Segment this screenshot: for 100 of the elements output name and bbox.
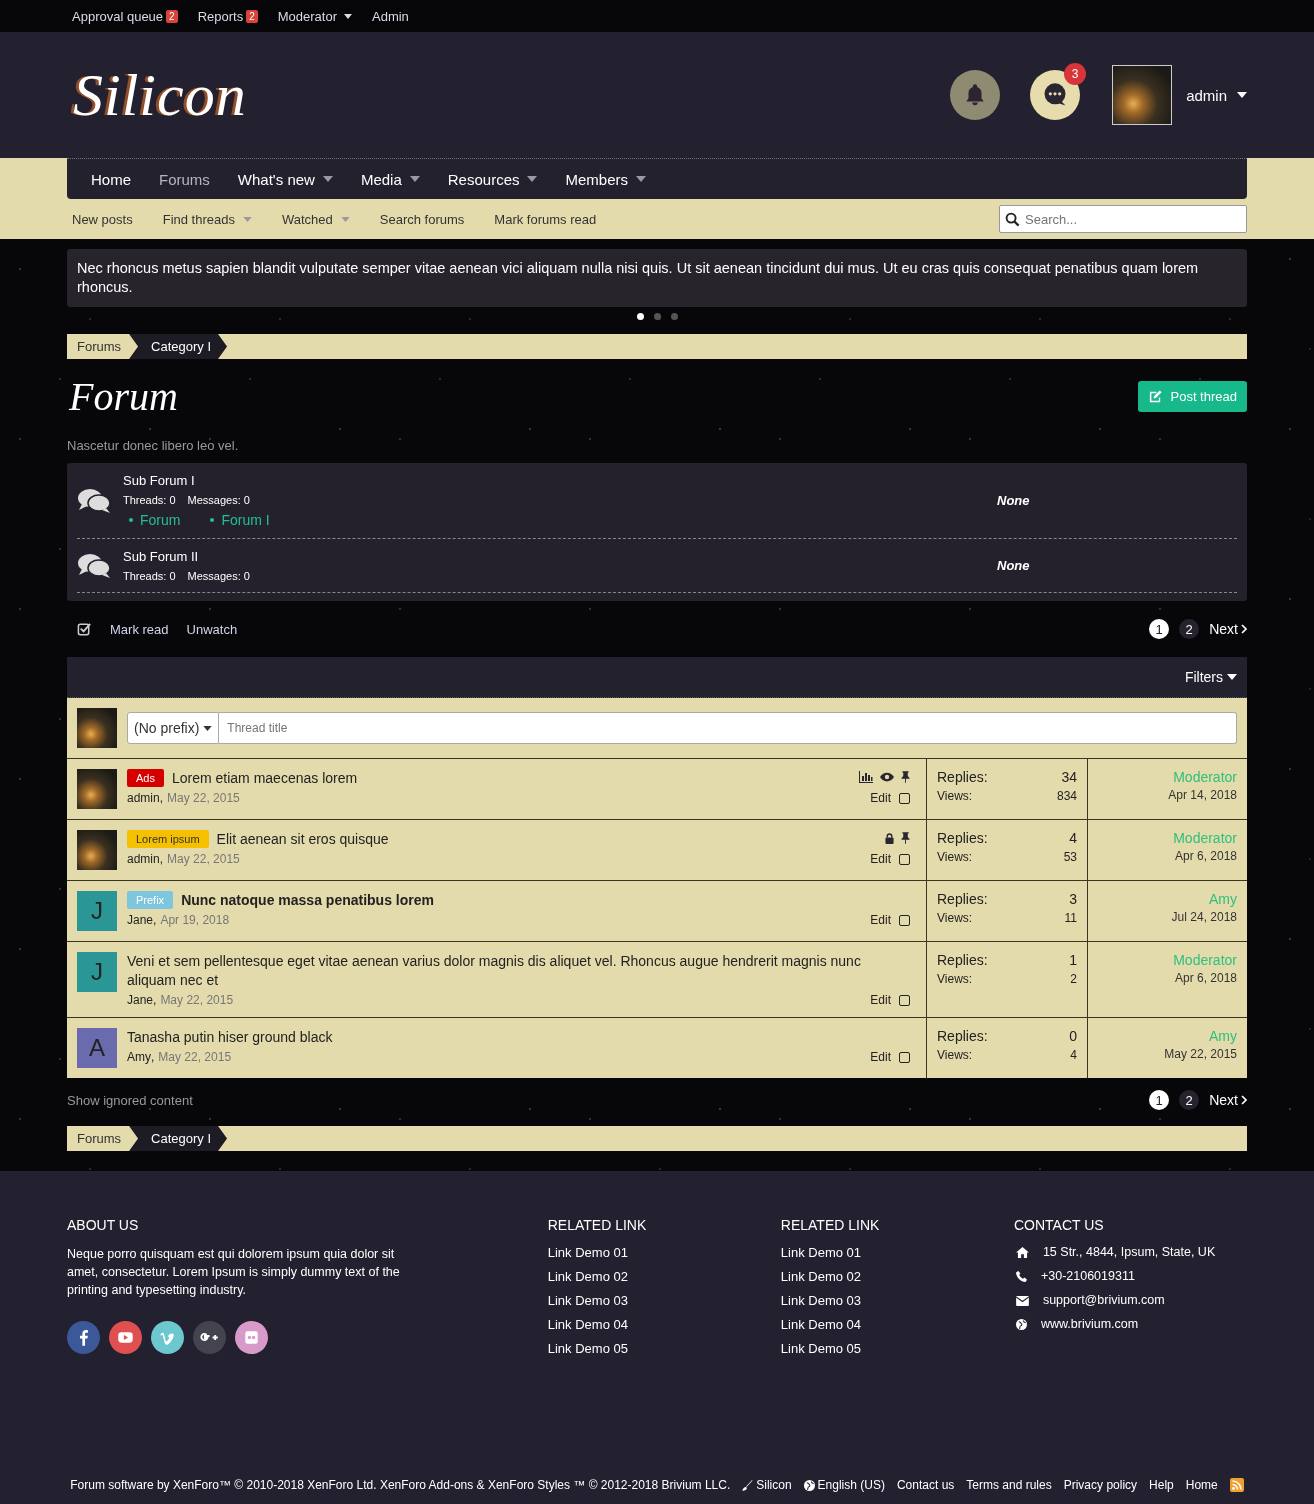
- footer-link[interactable]: Help: [1149, 1478, 1174, 1492]
- breadcrumb-link[interactable]: Forums: [67, 334, 132, 359]
- avatar-photo[interactable]: [77, 830, 117, 870]
- subforum-title[interactable]: Sub Forum II: [123, 549, 997, 564]
- edit-link[interactable]: Edit: [870, 791, 891, 805]
- staff-link[interactable]: Moderator: [277, 8, 352, 24]
- author-link[interactable]: Jane: [127, 993, 154, 1007]
- breadcrumb-link[interactable]: Forums: [67, 1126, 132, 1151]
- footer-link[interactable]: Link Demo 04: [547, 1316, 781, 1333]
- footer-link[interactable]: Privacy policy: [1063, 1478, 1138, 1492]
- thread-title-field[interactable]: Thread title: [219, 712, 1237, 744]
- edit-link[interactable]: Edit: [870, 913, 891, 927]
- social-icon[interactable]: [235, 1321, 268, 1354]
- next-page-link[interactable]: Next: [1209, 1092, 1247, 1108]
- footer-link[interactable]: Link Demo 04: [780, 1316, 1014, 1333]
- thread-title-link[interactable]: Nunc natoque massa penatibus lorem: [181, 891, 434, 910]
- footer-link[interactable]: Link Demo 01: [780, 1244, 1014, 1261]
- footer-link[interactable]: Link Demo 01: [547, 1244, 781, 1261]
- footer-link[interactable]: Terms and rules: [966, 1478, 1052, 1492]
- rss-icon[interactable]: [1229, 1478, 1244, 1492]
- footer-link[interactable]: Home: [1185, 1478, 1218, 1492]
- author-link[interactable]: Amy: [127, 1050, 151, 1064]
- footer-link[interactable]: Link Demo 02: [547, 1268, 781, 1285]
- subnav-link[interactable]: Watched: [281, 211, 350, 227]
- subnav-link[interactable]: Find threads: [162, 211, 252, 227]
- user-menu-link[interactable]: admin: [1186, 86, 1247, 104]
- nav-tab[interactable]: Home: [77, 170, 139, 188]
- footer-link[interactable]: Link Demo 05: [780, 1340, 1014, 1357]
- social-icon[interactable]: [193, 1321, 226, 1354]
- nav-tab[interactable]: Media: [346, 170, 428, 188]
- mark-read-link[interactable]: Mark read: [110, 621, 169, 637]
- footer-link[interactable]: Link Demo 02: [780, 1268, 1014, 1285]
- page-link[interactable]: 1: [1149, 1090, 1170, 1110]
- replies-label: Replies:: [937, 952, 988, 968]
- thread-title-link[interactable]: Veni et sem pellentesque eget vitae aenean varius dolor magnis dis aliquet vel. Rhoncus augue hendrerit magnis nunc aliquam nec et: [127, 952, 900, 990]
- contact-text: support@brivium.com: [1042, 1292, 1165, 1309]
- breadcrumb-link[interactable]: Category I: [129, 1126, 228, 1151]
- site-logo[interactable]: Silicon: [67, 60, 247, 130]
- nav-tab[interactable]: Members: [551, 170, 654, 188]
- nav-tab[interactable]: Resources: [433, 170, 546, 188]
- edit-link[interactable]: Edit: [870, 1050, 891, 1064]
- nav-tab[interactable]: Forums: [145, 170, 218, 188]
- letter-avatar[interactable]: J: [77, 952, 117, 992]
- select-checkbox[interactable]: [899, 853, 910, 865]
- carousel-dot[interactable]: [670, 313, 678, 320]
- page-link[interactable]: 2: [1179, 619, 1200, 639]
- subnav-link[interactable]: Search forums: [379, 211, 465, 227]
- footer-link[interactable]: Link Demo 03: [780, 1292, 1014, 1309]
- views-label: Views:: [937, 972, 973, 986]
- alerts-button[interactable]: [950, 70, 1001, 120]
- filters-menu[interactable]: Filters: [1184, 669, 1237, 685]
- show-ignored-link[interactable]: Show ignored content: [67, 1092, 193, 1108]
- nav-tab[interactable]: What's new: [223, 170, 341, 188]
- footer-heading: RELATED LINK: [780, 1217, 881, 1233]
- search-field[interactable]: Search...: [999, 205, 1247, 233]
- style-chooser-link[interactable]: Silicon: [742, 1478, 792, 1492]
- staff-link[interactable]: Reports 2: [197, 8, 258, 24]
- start-date: May 22, 2015: [167, 852, 240, 866]
- subnav-link[interactable]: New posts: [72, 211, 133, 227]
- conversations-button[interactable]: [1030, 70, 1081, 120]
- edit-link[interactable]: Edit: [870, 852, 891, 866]
- select-checkbox[interactable]: [899, 994, 910, 1006]
- footer-link[interactable]: Link Demo 03: [547, 1292, 781, 1309]
- unwatch-link[interactable]: Unwatch: [186, 621, 238, 637]
- select-checkbox[interactable]: [899, 792, 910, 804]
- contact-text: 15 Str., 4844, Ipsum, State, UK: [1042, 1244, 1216, 1261]
- footer-link[interactable]: Link Demo 05: [547, 1340, 781, 1357]
- prefix-dropdown[interactable]: (No prefix): [127, 712, 220, 744]
- author-link[interactable]: Jane: [127, 913, 154, 927]
- subforum-link[interactable]: Forum: [129, 512, 181, 528]
- replies-count: 34: [1061, 769, 1077, 785]
- avatar-photo[interactable]: [77, 769, 117, 809]
- letter-avatar[interactable]: J: [77, 891, 117, 931]
- select-checkbox[interactable]: [899, 1051, 910, 1063]
- social-icon[interactable]: [151, 1321, 184, 1354]
- page-link[interactable]: 2: [1179, 1090, 1200, 1110]
- thread-title-link[interactable]: Lorem etiam maecenas lorem: [171, 769, 358, 788]
- carousel-dot[interactable]: [636, 313, 644, 320]
- user-avatar-photo[interactable]: [1112, 65, 1173, 125]
- checkbox-icon: [77, 621, 92, 637]
- subnav-link[interactable]: Mark forums read: [494, 211, 597, 227]
- breadcrumb-link[interactable]: Category I: [129, 334, 228, 359]
- next-page-link[interactable]: Next: [1209, 621, 1247, 637]
- social-icon[interactable]: [109, 1321, 142, 1354]
- page-link[interactable]: 1: [1149, 619, 1170, 639]
- thread-title-link[interactable]: Tanasha putin hiser ground black: [127, 1028, 333, 1047]
- subforum-link[interactable]: Forum I: [210, 512, 270, 528]
- footer-link[interactable]: Contact us: [896, 1478, 955, 1492]
- subforum-title[interactable]: Sub Forum I: [123, 473, 997, 488]
- separator: ,: [153, 993, 157, 1007]
- carousel-dot[interactable]: [653, 313, 661, 320]
- social-icon[interactable]: [67, 1321, 100, 1354]
- thread-title-link[interactable]: Elit aenean sit eros quisque: [216, 830, 389, 849]
- language-chooser-link[interactable]: English (US): [803, 1478, 885, 1492]
- staff-link[interactable]: Admin: [372, 8, 409, 24]
- staff-link[interactable]: Approval queue 2: [72, 8, 178, 24]
- author-link[interactable]: admin: [127, 852, 160, 866]
- edit-link[interactable]: Edit: [870, 993, 891, 1007]
- author-link[interactable]: admin: [127, 791, 160, 805]
- select-checkbox[interactable]: [899, 914, 910, 926]
